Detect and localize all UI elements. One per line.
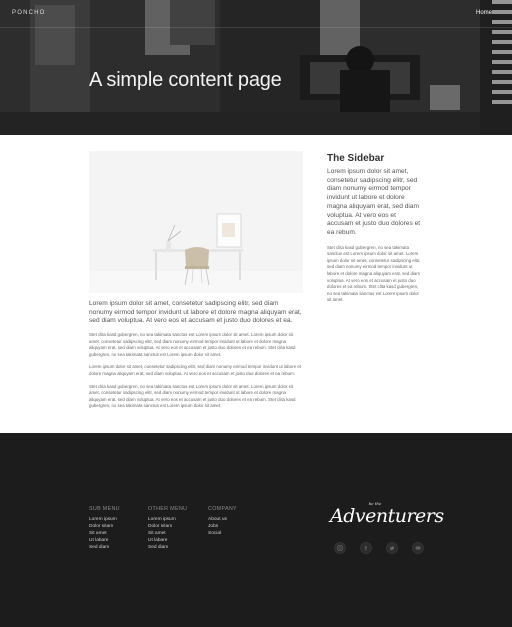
footer-link[interactable]: Dolor sitam	[89, 523, 120, 530]
footer-link[interactable]: Sed diam	[148, 544, 187, 551]
footer-link[interactable]: Sit amet	[148, 530, 187, 537]
footer-link[interactable]: Sed diam	[89, 544, 120, 551]
sidebar-lead-paragraph: Lorem ipsum dolor sit amet, consetetur s…	[327, 168, 421, 236]
footer-link[interactable]: Lorem ipsum	[148, 516, 187, 523]
footer-column-company: COMPANY About us Jobs Social	[208, 506, 237, 537]
page-title: A simple content page	[89, 69, 282, 91]
twitter-icon[interactable]	[386, 542, 398, 554]
content-paragraph: Stet clita kasd gubergren, no sea takima…	[89, 332, 296, 357]
top-navigation-bar: PONCHO Home	[0, 0, 512, 28]
footer-link[interactable]: About us	[208, 516, 237, 523]
footer-link[interactable]: Jobs	[208, 523, 237, 530]
nav-link-home[interactable]: Home	[476, 10, 492, 16]
sidebar-paragraph: Stet clita kasd gubergren, no sea takima…	[327, 244, 421, 303]
footer-logo: be the Adventurers	[330, 501, 444, 527]
footer-link[interactable]: Ut labare	[89, 537, 120, 544]
footer-link[interactable]: Sit amet	[89, 530, 120, 537]
instagram-icon[interactable]	[334, 542, 346, 554]
sidebar: The Sidebar Lorem ipsum dolor sit amet, …	[327, 153, 424, 304]
footer-link[interactable]: Ut labare	[148, 537, 187, 544]
footer-column-other-menu: OTHER MENU Lorem ipsum Dolor sitam Sit a…	[148, 506, 187, 551]
feature-image	[89, 151, 303, 293]
hero-banner: PONCHO Home A simple content page	[0, 0, 512, 135]
content-paragraph: Stet clita kasd gubergren, no sea takima…	[89, 383, 296, 409]
facebook-icon[interactable]	[360, 542, 372, 554]
sidebar-title: The Sidebar	[327, 153, 385, 164]
youtube-icon[interactable]	[412, 542, 424, 554]
main-content: Lorem ipsum dolor sit amet, consetetur s…	[89, 151, 303, 410]
brand-logo[interactable]: PONCHO	[12, 10, 46, 16]
content-paragraph: Lorem ipsum dolor sit amet, consetetur s…	[89, 364, 302, 377]
footer-link[interactable]: Dolor sitam	[148, 523, 187, 530]
social-links	[334, 542, 424, 554]
footer-logo-text: Adventurers	[330, 505, 444, 527]
footer-column-title: OTHER MENU	[148, 506, 188, 512]
footer: SUB MENU Lorem ipsum Dolor sitam Sit ame…	[0, 433, 512, 627]
footer-column-title: SUB MENU	[89, 506, 120, 512]
footer-link[interactable]: Social	[208, 530, 237, 537]
content-lead-paragraph: Lorem ipsum dolor sit amet, consetetur s…	[89, 300, 302, 325]
footer-link[interactable]: Lorem ipsum	[89, 516, 120, 523]
footer-column-sub-menu: SUB MENU Lorem ipsum Dolor sitam Sit ame…	[89, 506, 120, 551]
footer-column-title: COMPANY	[208, 506, 237, 512]
